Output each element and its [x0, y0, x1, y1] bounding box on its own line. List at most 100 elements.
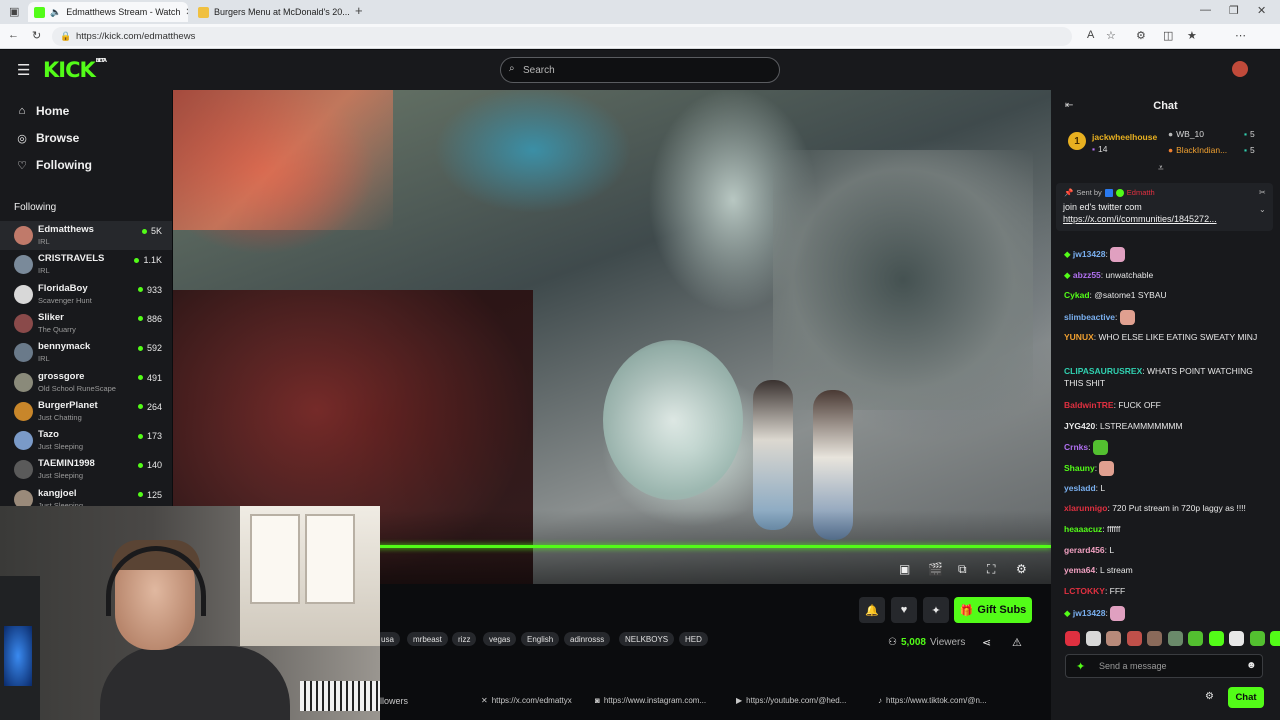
emote-icon[interactable]	[1208, 631, 1224, 646]
pinned-link[interactable]: https://x.com/i/communities/1845272...	[1063, 214, 1217, 224]
chat-text: LSTREAMMMMMMM	[1099, 421, 1183, 431]
chat-username[interactable]: Crnks	[1064, 442, 1088, 452]
favorite-star-icon[interactable]: ☆	[1106, 29, 1116, 42]
social-link[interactable]: ◙ https://www.instagram.com...	[595, 696, 706, 705]
sidebar-item-following[interactable]: ♡ Following	[16, 158, 92, 172]
chat-username[interactable]: xlarunnigo	[1064, 503, 1107, 513]
report-warning-icon[interactable]: ⚠	[1012, 636, 1022, 649]
sidebar-channel-item[interactable]: kangjoel Just Sleeping 125	[0, 485, 172, 506]
hamburger-menu-icon[interactable]: ☰	[17, 61, 30, 79]
chat-username[interactable]: heaaacuz	[1064, 524, 1102, 534]
chat-username[interactable]: jw13428	[1073, 249, 1106, 259]
close-window-icon[interactable]: ✕	[1257, 4, 1266, 17]
sidebar-channel-item[interactable]: BurgerPlanet Just Chatting 264	[0, 397, 172, 426]
emote-icon[interactable]	[1229, 631, 1244, 646]
sidebar-item-home[interactable]: ⌂ Home	[16, 104, 70, 118]
sidebar-channel-item[interactable]: TAEMIN1998 Just Sleeping 140	[0, 455, 172, 484]
url-field[interactable]: 🔒 https://kick.com/edmatthews	[52, 27, 1072, 46]
collections-icon[interactable]: ★	[1187, 29, 1197, 42]
pinned-sender[interactable]: Edmatth	[1127, 188, 1155, 197]
sidebar-channel-item[interactable]: Sliker The Quarry 886	[0, 309, 172, 338]
stream-tag[interactable]: vegas	[483, 632, 517, 646]
speaker-icon[interactable]: 🔈	[50, 7, 61, 18]
sidebar-item-browse[interactable]: ◎ Browse	[16, 131, 79, 145]
more-options-icon[interactable]: ⋯	[1235, 29, 1246, 42]
chat-username[interactable]: slimbeactive	[1064, 312, 1115, 322]
chat-username[interactable]: jw13428	[1073, 608, 1106, 618]
expand-leaderboard-icon[interactable]: ⩡	[1158, 163, 1164, 174]
chat-settings-icon[interactable]: ⚙	[1205, 691, 1214, 702]
stream-tag[interactable]: rizz	[452, 632, 477, 646]
chat-send-button[interactable]: Chat	[1228, 687, 1264, 708]
theater-mode-icon[interactable]: ▣	[899, 562, 910, 576]
chat-username[interactable]: CLIPASAURUSREX	[1064, 366, 1142, 376]
chat-username[interactable]: YUNUX	[1064, 332, 1094, 342]
chat-username[interactable]: gerard456	[1064, 545, 1105, 555]
chat-username[interactable]: LCTOKKY	[1064, 586, 1105, 596]
sidebar-channel-item[interactable]: FloridaBoy Scavenger Hunt 933	[0, 280, 172, 309]
emote-icon[interactable]	[1085, 631, 1101, 646]
emote-icon[interactable]	[1188, 631, 1203, 646]
picture-in-picture-icon[interactable]: ⧉	[958, 562, 967, 577]
emote-icon[interactable]	[1249, 631, 1265, 646]
social-link[interactable]: ▶ https://youtube.com/@hed...	[736, 696, 846, 705]
follow-button[interactable]: ♥	[891, 597, 917, 623]
emoji-icon[interactable]: ☻	[1246, 660, 1257, 671]
stream-tag[interactable]: HED	[679, 632, 708, 646]
close-tab-icon[interactable]: ✕	[185, 7, 188, 18]
extensions-icon[interactable]: ⚙	[1136, 29, 1146, 42]
emote-icon[interactable]	[1147, 631, 1162, 646]
kick-logo[interactable]: KICKBETA	[43, 58, 107, 82]
emote-icon[interactable]	[1270, 631, 1280, 646]
stream-tag[interactable]: adinrosss	[564, 632, 611, 646]
user-avatar[interactable]	[1232, 61, 1248, 77]
minimize-icon[interactable]: —	[1200, 4, 1211, 16]
settings-gear-icon[interactable]: ⚙	[1016, 562, 1027, 576]
lock-icon[interactable]: 🔒	[60, 31, 71, 42]
chat-username[interactable]: JYG420	[1064, 421, 1095, 431]
chat-username[interactable]: yesladd	[1064, 483, 1096, 493]
read-aloud-icon[interactable]: A	[1087, 29, 1094, 41]
sidebar-channel-item[interactable]: bennymack IRL 592	[0, 338, 172, 367]
emote-icon[interactable]	[1126, 631, 1142, 646]
sidebar-channel-item[interactable]: Edmatthews IRL 5K	[0, 221, 172, 250]
sidebar-channel-item[interactable]: grossgore Old School RuneScape 491	[0, 368, 172, 397]
sparkle-button[interactable]: ✦	[923, 597, 949, 623]
social-link[interactable]: ✕ https://x.com/edmattyx	[481, 696, 572, 705]
search-input[interactable]: ⌕ Search	[500, 57, 780, 83]
emote-icon[interactable]	[1106, 631, 1121, 646]
sidebar-channel-item[interactable]: Tazo Just Sleeping 173	[0, 426, 172, 455]
emote-icon[interactable]	[1065, 631, 1080, 646]
leaderboard-user-3[interactable]: ● BlackIndian...	[1168, 145, 1227, 155]
fullscreen-icon[interactable]: ⛶	[987, 562, 995, 577]
stream-tag[interactable]: English	[521, 632, 560, 646]
split-screen-icon[interactable]: ◫	[1163, 29, 1173, 42]
gift-subs-button[interactable]: 🎁 Gift Subs	[954, 597, 1032, 623]
viewer-count: 5K	[150, 226, 162, 236]
chat-username[interactable]: yema64	[1064, 565, 1095, 575]
notifications-button[interactable]: 🔔	[859, 597, 885, 623]
chat-username[interactable]: Cykad	[1064, 290, 1090, 300]
maximize-icon[interactable]: ❐	[1229, 4, 1239, 17]
emote-icon[interactable]	[1167, 631, 1183, 646]
stream-tag[interactable]: NELKBOYS	[619, 632, 675, 646]
leaderboard-user-2[interactable]: ● WB_10	[1168, 129, 1204, 139]
social-link[interactable]: ♪ https://www.tiktok.com/@n...	[878, 696, 987, 705]
refresh-icon[interactable]: ↻	[32, 29, 41, 42]
chat-message-input[interactable]: ✦ Send a message ☻	[1065, 654, 1263, 678]
chat-username[interactable]: Shauny	[1064, 463, 1095, 473]
back-icon[interactable]: ←	[8, 29, 19, 41]
tab-actions-icon[interactable]: ▣	[9, 5, 19, 18]
tab-burgers[interactable]: Burgers Menu at McDonald's 20... ✕	[192, 2, 350, 22]
plus-icon[interactable]: +	[355, 3, 363, 18]
leaderboard-user-1[interactable]: jackwheelhouse	[1092, 132, 1157, 142]
chat-username[interactable]: BaldwinTRE	[1064, 400, 1114, 410]
chevron-down-icon[interactable]: ⌄	[1259, 205, 1266, 214]
sidebar-channel-item[interactable]: CRISTRAVELS IRL 1.1K	[0, 250, 172, 279]
unpin-icon[interactable]: ✂	[1259, 188, 1266, 197]
stream-tag[interactable]: mrbeast	[407, 632, 448, 646]
clip-icon[interactable]: 🎬	[928, 562, 943, 576]
tab-edmatthews[interactable]: 🔈 Edmatthews Stream - Watch ✕	[28, 2, 188, 22]
share-icon[interactable]: ⋖	[982, 636, 991, 649]
chat-username[interactable]: abzz55	[1073, 270, 1101, 280]
